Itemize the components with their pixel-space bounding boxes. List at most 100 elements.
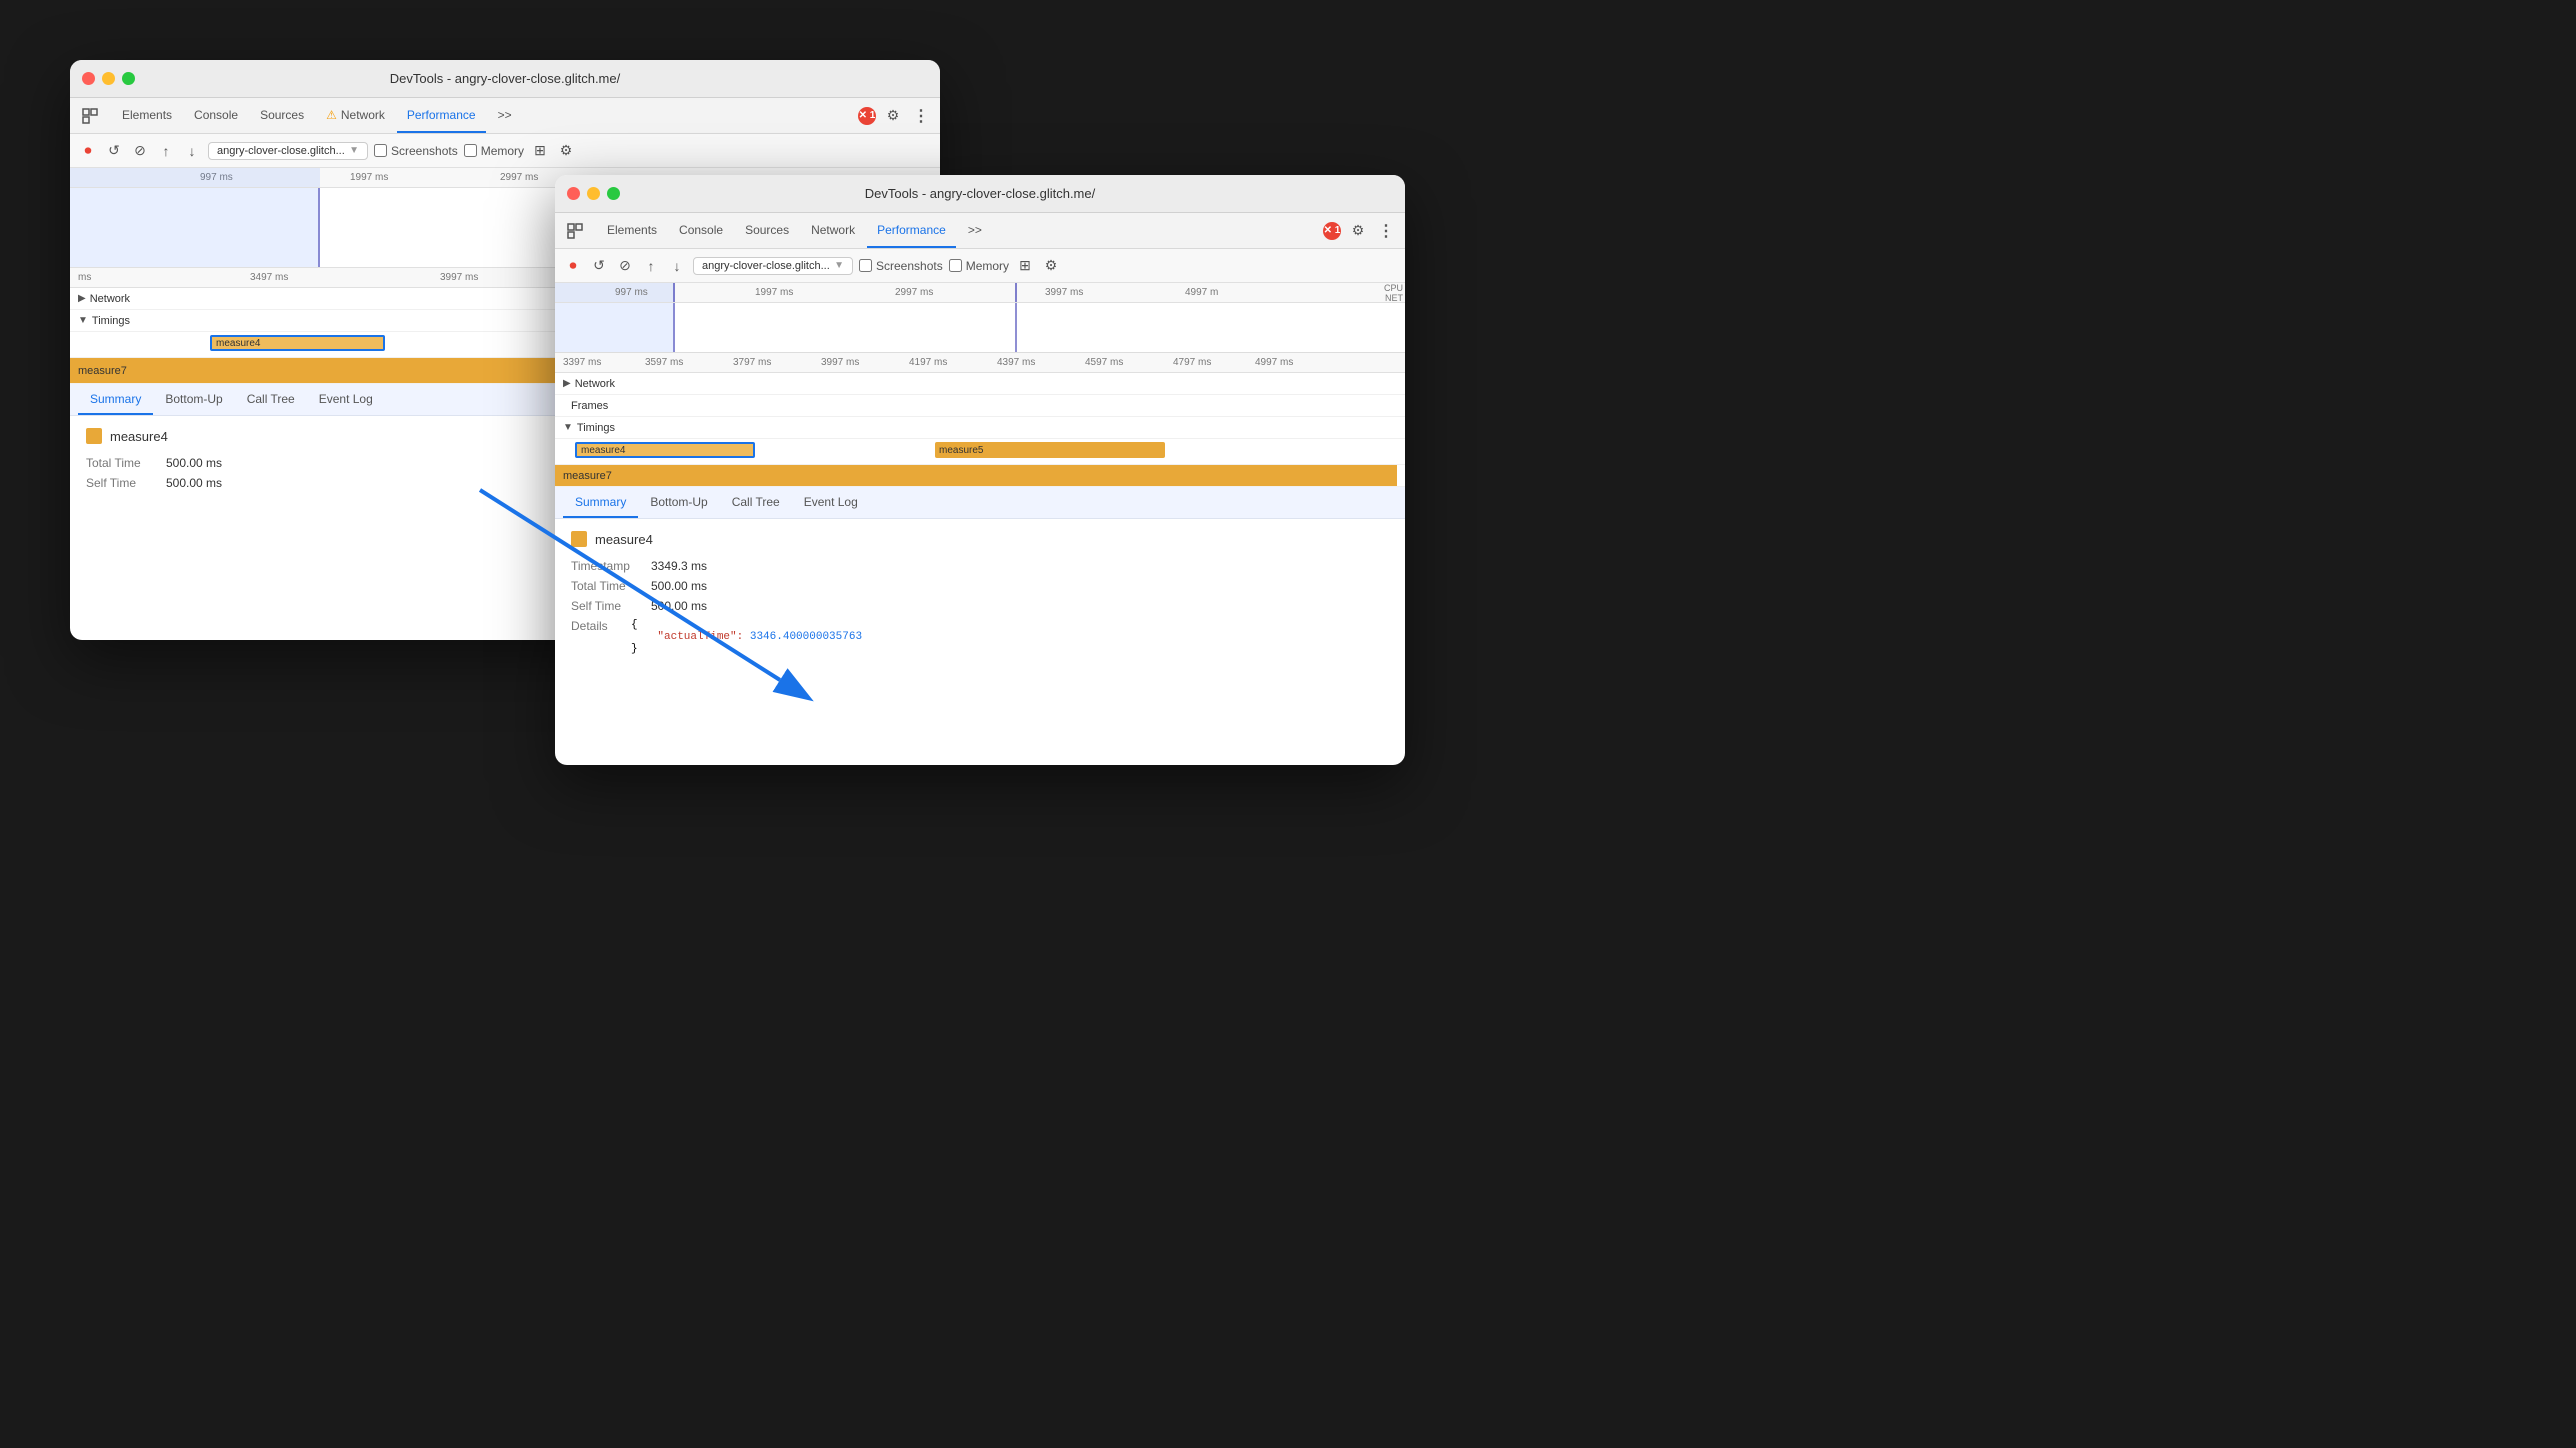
settings-gear-1[interactable]: ⚙ <box>882 105 904 127</box>
bottom-tab-calltree-1[interactable]: Call Tree <box>235 384 307 415</box>
ruler-3497-1: 3497 ms <box>250 272 288 283</box>
url-display-2: angry-clover-close.glitch... ▼ <box>693 257 853 275</box>
timings-track-2: ▼ Timings <box>555 417 1405 439</box>
tab-performance-2[interactable]: Performance <box>867 213 956 248</box>
more-menu-2[interactable]: ⋮ <box>1375 220 1397 242</box>
total-time-row-2: Total Time 500.00 ms <box>571 579 1389 593</box>
devtools-window-2: DevTools - angry-clover-close.glitch.me/… <box>555 175 1405 765</box>
tab-network-1[interactable]: ⚠ Network <box>316 98 395 133</box>
tab-more-1[interactable]: >> <box>488 98 522 133</box>
frames-label-2: Frames <box>555 400 608 412</box>
settings-gear-2[interactable]: ⚙ <box>1347 220 1369 242</box>
ruler-ms-1: ms <box>78 272 91 283</box>
maximize-button-1[interactable] <box>122 72 135 85</box>
tab-bar-right-2: ✕ 1 ⚙ ⋮ <box>1323 213 1397 248</box>
more-menu-1[interactable]: ⋮ <box>910 105 932 127</box>
r-4797: 4797 ms <box>1173 357 1211 368</box>
download-button-2[interactable]: ↓ <box>667 256 687 276</box>
measure-icon-2 <box>571 531 587 547</box>
capture-button-2[interactable]: ⊞ <box>1015 256 1035 276</box>
devtools-icon-2 <box>563 213 587 248</box>
r-3597: 3597 ms <box>645 357 683 368</box>
tab-sources-1[interactable]: Sources <box>250 98 314 133</box>
network-track-2: ▶ Network <box>555 373 1405 395</box>
url-display-1: angry-clover-close.glitch... ▼ <box>208 142 368 160</box>
tab-network-2[interactable]: Network <box>801 213 865 248</box>
record-button-2[interactable]: ⏺ <box>563 256 583 276</box>
devtools-settings-1[interactable]: ⚙ <box>556 141 576 161</box>
ruler-1997-2: 1997 ms <box>755 287 793 298</box>
cursor-line-1 <box>318 188 320 267</box>
tab-bar-2: Elements Console Sources Network Perform… <box>555 213 1405 249</box>
cursor-line-right-2 <box>1015 303 1017 352</box>
minimize-button-2[interactable] <box>587 187 600 200</box>
clear-button-2[interactable]: ⊘ <box>615 256 635 276</box>
memory-checkbox-1[interactable]: Memory <box>464 144 524 158</box>
traffic-lights-2 <box>567 187 620 200</box>
timestamp-row-2: Timestamp 3349.3 ms <box>571 559 1389 573</box>
cursor-right-2 <box>1015 283 1017 302</box>
capture-button-1[interactable]: ⊞ <box>530 141 550 161</box>
r-3397: 3397 ms <box>563 357 601 368</box>
clear-button-1[interactable]: ⊘ <box>130 141 150 161</box>
r-3997: 3997 ms <box>821 357 859 368</box>
ruler-mark-1997-1: 1997 ms <box>350 172 388 183</box>
self-time-row-2: Self Time 500.00 ms <box>571 599 1389 613</box>
bottom-tabs-2: Summary Bottom-Up Call Tree Event Log <box>555 487 1405 519</box>
bottom-tab-calltree-2[interactable]: Call Tree <box>720 487 792 518</box>
traffic-lights-1 <box>82 72 135 85</box>
bottom-tab-summary-1[interactable]: Summary <box>78 384 153 415</box>
ruler-3997-2: 3997 ms <box>1045 287 1083 298</box>
bottom-tab-bottomup-2[interactable]: Bottom-Up <box>638 487 719 518</box>
timeline-ruler-2: 997 ms 1997 ms 2997 ms 3997 ms 4997 m CP… <box>555 283 1405 303</box>
bottom-tab-summary-2[interactable]: Summary <box>563 487 638 518</box>
screenshots-checkbox-2[interactable]: Screenshots <box>859 259 943 273</box>
highlight-1 <box>70 188 320 267</box>
measure-icon-1 <box>86 428 102 444</box>
reload-button-1[interactable]: ↺ <box>104 141 124 161</box>
measure4-bar-1[interactable]: measure4 <box>210 335 385 351</box>
record-button-1[interactable]: ⏺ <box>78 141 98 161</box>
close-button-1[interactable] <box>82 72 95 85</box>
tracks-area-2: ▶ Network Frames ▼ Timings measure4 <box>555 373 1405 487</box>
r-3797: 3797 ms <box>733 357 771 368</box>
bottom-tab-eventlog-1[interactable]: Event Log <box>307 384 385 415</box>
tab-elements-2[interactable]: Elements <box>597 213 667 248</box>
control-bar-1: ⏺ ↺ ⊘ ↑ ↓ angry-clover-close.glitch... ▼… <box>70 134 940 168</box>
upload-button-2[interactable]: ↑ <box>641 256 661 276</box>
measure4-bar-2[interactable]: measure4 <box>575 442 755 458</box>
tab-console-1[interactable]: Console <box>184 98 248 133</box>
memory-checkbox-2[interactable]: Memory <box>949 259 1009 273</box>
minimize-button-1[interactable] <box>102 72 115 85</box>
overview-area-2 <box>555 303 1405 353</box>
details-row-2: Details { "actualTime": 3346.40000003576… <box>571 619 1389 655</box>
error-badge-2: ✕ 1 <box>1323 222 1341 240</box>
measure4-row-2: measure4 measure5 <box>555 439 1405 465</box>
devtools-settings-2[interactable]: ⚙ <box>1041 256 1061 276</box>
network-label-2: Network <box>575 378 615 390</box>
measure7-bar-2: measure7 <box>555 465 1397 486</box>
cursor-left-2 <box>673 283 675 302</box>
tab-performance-1[interactable]: Performance <box>397 98 486 133</box>
reload-button-2[interactable]: ↺ <box>589 256 609 276</box>
tab-sources-2[interactable]: Sources <box>735 213 799 248</box>
bottom-tab-eventlog-2[interactable]: Event Log <box>792 487 870 518</box>
timings-label-2: Timings <box>577 422 615 434</box>
upload-button-1[interactable]: ↑ <box>156 141 176 161</box>
screenshots-checkbox-1[interactable]: Screenshots <box>374 144 458 158</box>
frames-track-2: Frames <box>555 395 1405 417</box>
tab-console-2[interactable]: Console <box>669 213 733 248</box>
measure5-bar-2[interactable]: measure5 <box>935 442 1165 458</box>
maximize-button-2[interactable] <box>607 187 620 200</box>
ruler-3997-1: 3997 ms <box>440 272 478 283</box>
tab-more-2[interactable]: >> <box>958 213 992 248</box>
ruler-4997-2: 4997 m <box>1185 287 1218 298</box>
close-button-2[interactable] <box>567 187 580 200</box>
tab-bar-1: Elements Console Sources ⚠ Network Perfo… <box>70 98 940 134</box>
highlight-2 <box>555 303 675 352</box>
tab-elements-1[interactable]: Elements <box>112 98 182 133</box>
bottom-tab-bottomup-1[interactable]: Bottom-Up <box>153 384 234 415</box>
download-button-1[interactable]: ↓ <box>182 141 202 161</box>
measure-title-2: measure4 <box>571 531 1389 547</box>
ruler-997-2: 997 ms <box>615 287 648 298</box>
